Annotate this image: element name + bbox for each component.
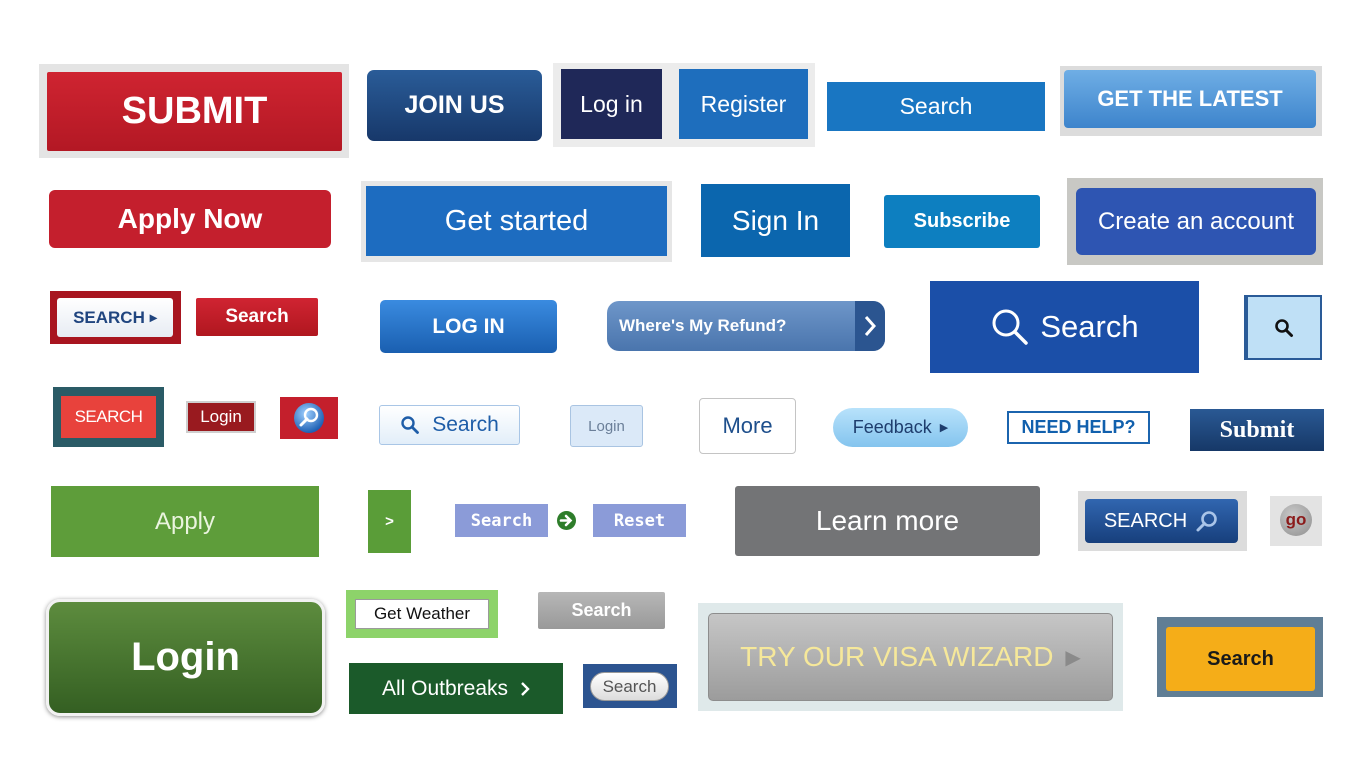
apply-button[interactable]: Apply <box>51 486 319 557</box>
caret-right-icon: ▸ <box>149 309 157 325</box>
search-gray-button[interactable]: Search <box>538 592 665 629</box>
search-periwinkle-button[interactable]: Search <box>455 504 548 537</box>
submit-serif-button[interactable]: Submit <box>1190 409 1324 451</box>
search-red-button[interactable]: Search <box>196 298 318 336</box>
search-light-button[interactable]: Search <box>379 405 520 445</box>
create-account-button[interactable]: Create an account <box>1076 188 1316 255</box>
magnifier-icon <box>990 307 1030 347</box>
subscribe-button[interactable]: Subscribe <box>884 195 1040 248</box>
apply-now-button[interactable]: Apply Now <box>49 190 331 248</box>
get-started-button[interactable]: Get started <box>366 186 667 256</box>
learn-more-button[interactable]: Learn more <box>735 486 1040 556</box>
get-weather-button[interactable]: Get Weather <box>355 599 489 629</box>
feedback-button[interactable]: Feedback ▶ <box>833 408 968 447</box>
magnifier-icon <box>1195 509 1219 533</box>
login-big-button[interactable]: Login <box>46 599 325 716</box>
play-icon: ▶ <box>939 422 949 434</box>
visa-wizard-label: TRY OUR VISA WIZARD <box>740 641 1054 672</box>
magnifier-icon <box>1274 318 1294 338</box>
all-outbreaks-button[interactable]: All Outbreaks <box>349 663 563 714</box>
search-blue-caps-label: SEARCH <box>1103 509 1188 532</box>
login-small-button[interactable]: Login <box>186 401 256 433</box>
reset-button[interactable]: Reset <box>593 504 686 537</box>
login-light-button[interactable]: Login <box>570 405 643 447</box>
register-button[interactable]: Register <box>679 69 808 139</box>
all-outbreaks-label: All Outbreaks <box>381 676 509 700</box>
feedback-label: Feedback <box>852 417 932 437</box>
chevron-right-icon <box>855 301 885 351</box>
more-button[interactable]: More <box>699 398 796 454</box>
search-icon-button[interactable] <box>1244 295 1322 360</box>
wheres-my-refund-label: Where's My Refund? <box>619 316 787 335</box>
log-in-caps-button[interactable]: LOG IN <box>380 300 557 353</box>
search-light-label: Search <box>432 413 499 436</box>
get-the-latest-button[interactable]: GET THE LATEST <box>1064 70 1316 128</box>
arrow-green-button[interactable]: > <box>368 490 411 553</box>
go-arrow-icon[interactable] <box>556 510 577 531</box>
magnifier-icon <box>400 415 420 435</box>
search-yellow-button[interactable]: Search <box>1166 627 1315 691</box>
search-blue-caps-button[interactable]: SEARCH <box>1085 499 1238 543</box>
search-button-top[interactable]: Search <box>827 82 1045 131</box>
visa-wizard-button[interactable]: TRY OUR VISA WIZARD ▶ <box>708 613 1113 701</box>
globe-search-icon <box>292 401 326 435</box>
go-button[interactable]: go <box>1280 504 1312 536</box>
search-large-label: Search <box>1040 309 1139 344</box>
join-us-button[interactable]: JOIN US <box>367 70 542 141</box>
search-pill-button[interactable]: Search <box>590 672 669 701</box>
play-icon: ▶ <box>1065 646 1081 669</box>
search-globe-button[interactable] <box>280 397 338 439</box>
search-large-button[interactable]: Search <box>930 281 1199 373</box>
log-in-button[interactable]: Log in <box>561 69 662 139</box>
wheres-my-refund-button[interactable]: Where's My Refund? <box>607 301 885 351</box>
submit-button[interactable]: SUBMIT <box>47 72 342 151</box>
search-framed-label: SEARCH <box>73 307 145 327</box>
search-red-box-button[interactable]: SEARCH <box>61 396 156 438</box>
chevron-right-icon <box>520 681 530 697</box>
need-help-button[interactable]: NEED HELP? <box>1007 411 1150 444</box>
search-framed-button[interactable]: SEARCH ▸ <box>57 298 173 337</box>
sign-in-button[interactable]: Sign In <box>701 184 850 257</box>
